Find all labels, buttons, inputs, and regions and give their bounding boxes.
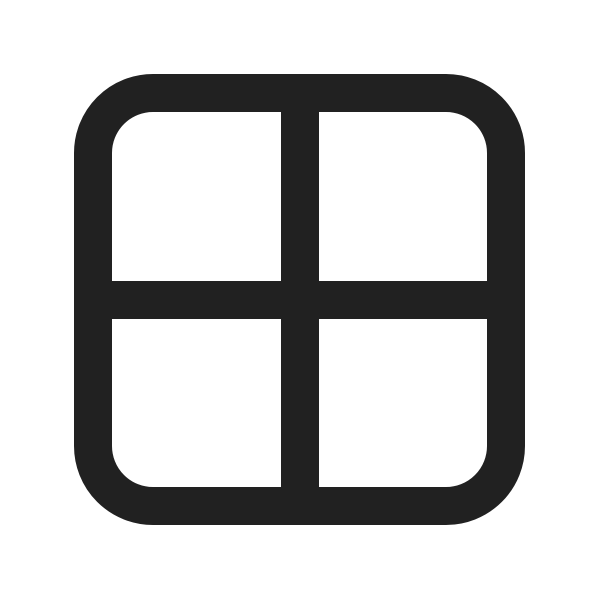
icon-canvas <box>0 0 600 600</box>
grid-icon <box>0 0 600 600</box>
grid-icon-svg <box>74 74 525 525</box>
